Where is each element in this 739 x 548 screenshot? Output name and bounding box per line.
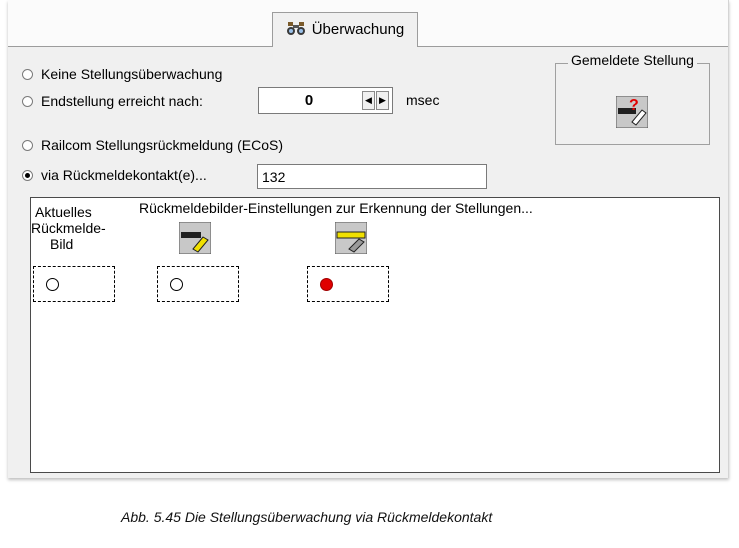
feedback-settings-title: Rückmeldebilder-Einstellungen zur Erkenn… — [139, 200, 533, 216]
tab-strip: Überwachung — [8, 0, 728, 48]
option-label: via Rückmeldekontakt(e)... — [41, 167, 207, 183]
radio-button[interactable] — [22, 139, 33, 151]
figure-caption: Abb. 5.45 Die Stellungsüberwachung via R… — [121, 509, 493, 525]
option-label: Railcom Stellungsrückmeldung (ECoS) — [41, 137, 283, 153]
turnout-diverging-icon — [178, 221, 212, 255]
binoculars-icon — [286, 20, 306, 40]
delay-unit: msec — [406, 92, 440, 108]
tab-ueberwachung[interactable]: Überwachung — [272, 12, 418, 48]
current-feedback-label-line1: Aktuelles — [35, 204, 92, 220]
svg-text:?: ? — [629, 97, 639, 114]
state-diverging-indicator[interactable] — [157, 266, 239, 302]
feedback-images-area: Aktuelles Rückmelde- Bild Rückmeldebilde… — [30, 197, 720, 473]
current-feedback-label-line2: Rückmelde- — [31, 220, 106, 236]
spin-right-icon[interactable]: ▶ — [376, 91, 389, 110]
delay-input[interactable]: 0 ◀ ▶ — [258, 87, 393, 114]
radio-button-selected[interactable] — [22, 169, 33, 181]
settings-panel: Überwachung Keine Stellungsüberwachung E… — [8, 0, 729, 478]
indicator-off-icon — [46, 278, 59, 291]
radio-button[interactable] — [22, 68, 33, 80]
option-label: Endstellung erreicht nach: — [41, 93, 203, 109]
indicator-off-icon — [170, 278, 183, 291]
spin-left-icon[interactable]: ◀ — [362, 91, 375, 110]
delay-value: 0 — [304, 92, 314, 109]
current-feedback-indicator — [33, 266, 115, 302]
unknown-turnout-icon: ? — [615, 95, 649, 129]
current-feedback-label-line3: Bild — [50, 236, 74, 252]
option-railcom[interactable]: Railcom Stellungsrückmeldung (ECoS) — [22, 137, 283, 153]
option-endposition-delay[interactable]: Endstellung erreicht nach: — [22, 93, 203, 109]
state-straight-indicator[interactable] — [307, 266, 389, 302]
reported-position-title: Gemeldete Stellung — [568, 52, 697, 68]
option-no-monitoring[interactable]: Keine Stellungsüberwachung — [22, 66, 222, 82]
indicator-on-icon — [320, 278, 333, 291]
contact-input[interactable]: 132 — [257, 164, 487, 189]
turnout-straight-icon — [334, 221, 368, 255]
radio-button[interactable] — [22, 95, 33, 107]
option-feedback-contact[interactable]: via Rückmeldekontakt(e)... — [22, 167, 207, 183]
tab-label: Überwachung — [311, 21, 405, 38]
option-label: Keine Stellungsüberwachung — [41, 66, 223, 82]
